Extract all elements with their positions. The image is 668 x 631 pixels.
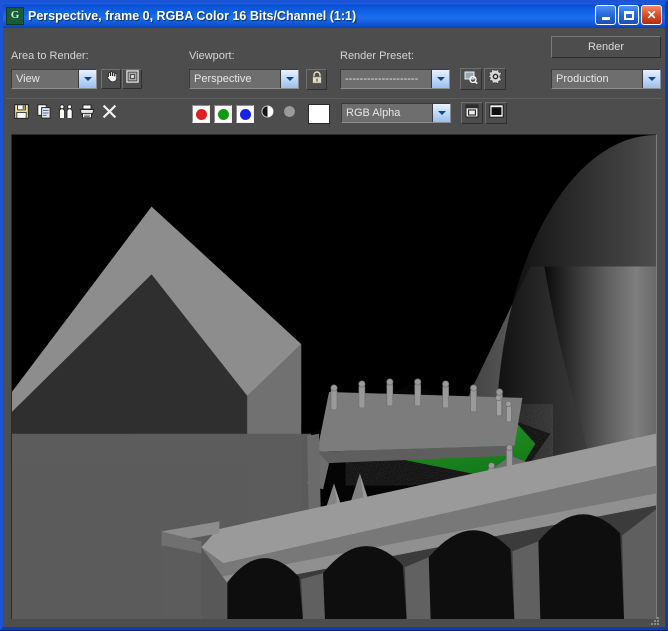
toggle-panel-icon <box>465 104 479 123</box>
render-button[interactable]: Render <box>551 36 661 58</box>
viewport-dropdown[interactable]: Perspective <box>189 69 299 89</box>
render-mode-dropdown[interactable]: Production <box>551 69 661 89</box>
preset-load-button[interactable] <box>460 68 482 90</box>
preset-load-icon <box>464 70 478 89</box>
minimize-button[interactable] <box>595 5 616 25</box>
maximize-button[interactable] <box>618 5 639 25</box>
viewport-label: Viewport: <box>189 50 235 62</box>
chevron-down-icon <box>280 70 298 88</box>
monochrome-button[interactable] <box>280 105 298 123</box>
area-to-render-label: Area to Render: <box>11 50 89 62</box>
green-dot-icon <box>217 108 229 120</box>
chevron-down-icon <box>432 104 450 122</box>
gear-icon <box>487 68 503 89</box>
app-icon: G <box>6 6 24 25</box>
auto-region-button[interactable] <box>122 69 142 89</box>
duplicate-view-icon <box>488 103 504 123</box>
red-dot-icon <box>195 108 207 120</box>
copy-bitmap-icon <box>36 104 52 124</box>
print-button[interactable] <box>77 104 97 124</box>
copy-bitmap-button[interactable] <box>34 104 54 124</box>
toggle-panel-button[interactable] <box>461 102 483 124</box>
channel-select-dropdown[interactable]: RGB Alpha <box>341 103 451 123</box>
clone-window-button[interactable] <box>56 104 76 124</box>
viewport-lock-button[interactable] <box>306 69 327 90</box>
close-icon: ✕ <box>646 8 657 22</box>
chevron-down-icon <box>431 70 449 88</box>
chevron-down-icon <box>78 70 96 88</box>
pan-region-button[interactable] <box>101 69 121 89</box>
area-to-render-dropdown[interactable]: View <box>11 69 97 89</box>
padlock-icon <box>311 70 323 89</box>
window-controls: ✕ <box>595 5 662 25</box>
red-channel-button[interactable] <box>192 105 210 123</box>
render-options-toolbar: Area to Render: View Viewport: Perspecti… <box>6 28 662 98</box>
rendered-frame-buffer[interactable] <box>11 134 657 622</box>
hand-icon <box>105 70 118 88</box>
clone-window-icon <box>58 104 74 124</box>
resize-grip[interactable] <box>648 613 660 625</box>
floppy-save-icon <box>13 104 29 124</box>
close-button[interactable]: ✕ <box>641 5 662 25</box>
render-mode-value: Production <box>556 73 609 85</box>
close-x-icon <box>102 104 117 124</box>
channel-select-value: RGB Alpha <box>346 107 401 119</box>
render-frame-window: G Perspective, frame 0, RGBA Color 16 Bi… <box>0 0 668 630</box>
render-setup-button[interactable] <box>484 68 506 90</box>
region-frame-icon <box>125 70 139 88</box>
save-bitmap-button[interactable] <box>11 104 31 124</box>
render-preset-dropdown[interactable]: -------------------- <box>340 69 450 89</box>
area-to-render-value: View <box>16 73 40 85</box>
printer-icon <box>79 104 95 124</box>
render-canvas <box>12 135 656 621</box>
window-title: Perspective, frame 0, RGBA Color 16 Bits… <box>28 8 357 23</box>
viewport-value: Perspective <box>194 73 252 85</box>
background-color-swatch[interactable] <box>308 104 330 124</box>
alpha-channel-button[interactable] <box>258 105 276 123</box>
green-channel-button[interactable] <box>214 105 232 123</box>
mono-dot-icon <box>283 105 296 123</box>
chevron-down-icon <box>642 70 660 88</box>
clear-button[interactable] <box>99 104 119 124</box>
half-circle-icon <box>260 105 274 123</box>
minimize-icon <box>596 6 615 24</box>
frame-buffer-toolbar: RGB Alpha <box>6 98 662 132</box>
title-bar: G Perspective, frame 0, RGBA Color 16 Bi… <box>3 3 665 28</box>
duplicate-view-button[interactable] <box>485 102 507 124</box>
render-preset-label: Render Preset: <box>340 50 414 62</box>
blue-channel-button[interactable] <box>236 105 254 123</box>
render-preset-value: -------------------- <box>345 73 419 85</box>
status-strip <box>6 619 662 627</box>
blue-dot-icon <box>239 108 251 120</box>
maximize-icon <box>619 6 638 24</box>
